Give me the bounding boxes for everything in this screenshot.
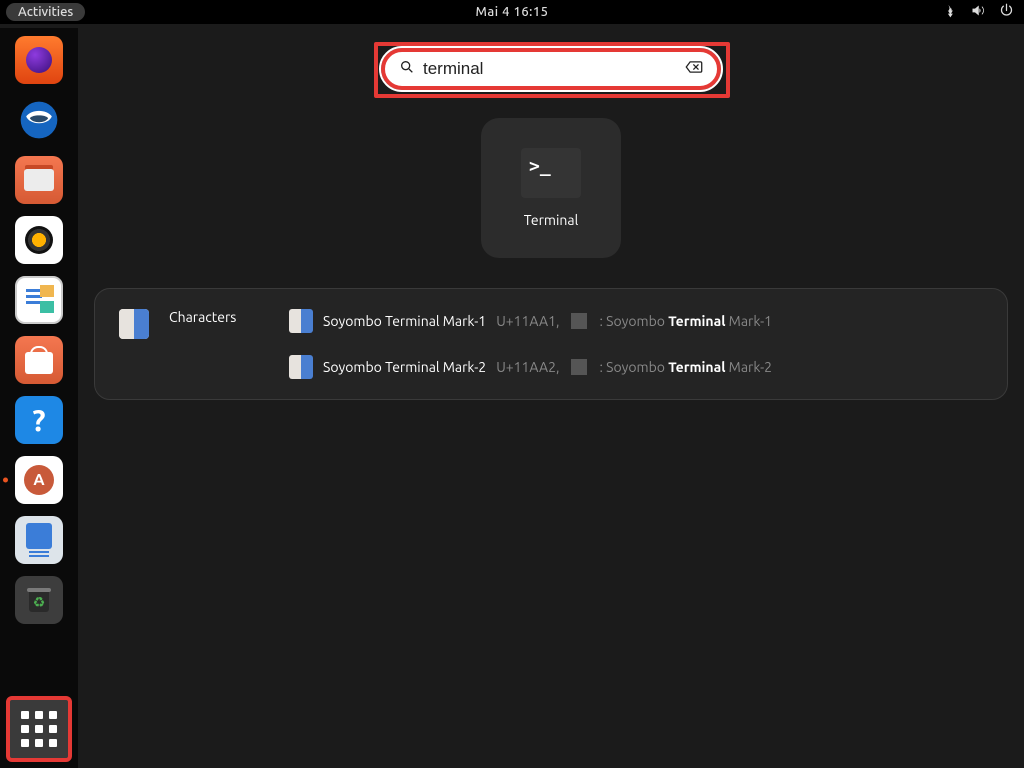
characters-search-provider: Characters Soyombo Terminal Mark-1 U+11A… [94, 288, 1008, 400]
search-result-app-terminal[interactable]: >_ Terminal [481, 118, 621, 258]
terminal-prompt-icon: >_ [529, 156, 551, 177]
dock-item-files[interactable] [13, 154, 65, 206]
apps-grid-icon [21, 711, 57, 747]
clear-search-icon[interactable] [685, 60, 703, 78]
volume-icon[interactable] [970, 3, 985, 21]
character-codepoint: U+11AA1, [496, 313, 559, 329]
character-sample-swatch [571, 313, 587, 329]
activities-button[interactable]: Activities [6, 3, 85, 21]
character-result-1[interactable]: Soyombo Terminal Mark-1 U+11AA1, : Soyom… [289, 309, 983, 333]
dock-item-trash[interactable]: ♻ [13, 574, 65, 626]
show-applications-button[interactable] [6, 696, 72, 762]
dock-item-software-updater[interactable]: A [13, 454, 65, 506]
character-result-2[interactable]: Soyombo Terminal Mark-2 U+11AA2, : Soyom… [289, 355, 983, 379]
character-codepoint: U+11AA2, [496, 359, 559, 375]
characters-title: Characters [169, 309, 269, 325]
dock-item-software-store[interactable] [13, 334, 65, 386]
top-panel: Activities Mai 4 16:15 [0, 0, 1024, 24]
character-desc: : Soyombo Terminal Mark-1 [599, 313, 772, 329]
characters-app-icon[interactable] [119, 309, 149, 339]
character-glyph-icon [289, 355, 313, 379]
dock-item-thunderbird[interactable] [13, 94, 65, 146]
dock-item-screenshot[interactable] [13, 514, 65, 566]
dock-item-help[interactable]: ? [13, 394, 65, 446]
character-desc: : Soyombo Terminal Mark-2 [599, 359, 772, 375]
character-name: Soyombo Terminal Mark-1 [323, 313, 486, 329]
character-glyph-icon [289, 309, 313, 333]
overview-main: >_ Terminal Characters Soyombo Terminal … [78, 28, 1024, 768]
app-result-label: Terminal [524, 212, 579, 228]
dock-item-rhythmbox[interactable] [13, 214, 65, 266]
dock-item-firefox[interactable] [13, 34, 65, 86]
search-box[interactable] [381, 48, 721, 90]
clock[interactable]: Mai 4 16:15 [475, 5, 548, 19]
search-input[interactable] [415, 59, 685, 79]
character-name: Soyombo Terminal Mark-2 [323, 359, 486, 375]
running-indicator [3, 478, 8, 483]
power-icon[interactable] [999, 3, 1014, 21]
dock-item-libreoffice[interactable] [13, 274, 65, 326]
search-icon [399, 59, 415, 79]
character-sample-swatch [571, 359, 587, 375]
terminal-icon: >_ [521, 148, 581, 198]
network-icon[interactable] [941, 3, 956, 21]
dash-dock: ? A ♻ [0, 28, 78, 768]
